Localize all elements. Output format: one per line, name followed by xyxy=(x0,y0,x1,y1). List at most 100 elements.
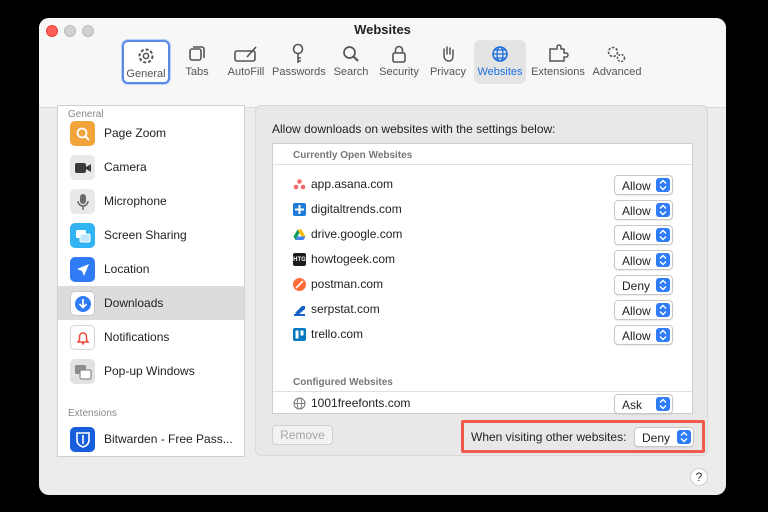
sidebar-item-microphone[interactable]: Microphone xyxy=(58,184,244,218)
sidebar-item-label: Notifications xyxy=(104,330,170,344)
serpstat-icon xyxy=(293,303,306,316)
gears-icon xyxy=(591,40,643,66)
globe-icon xyxy=(474,40,526,66)
stepper-icon xyxy=(656,397,670,411)
site-row-trello: trello.com Allow xyxy=(293,324,673,346)
bell-icon xyxy=(70,325,95,350)
sidebar-item-popup-windows[interactable]: Pop-up Windows xyxy=(58,354,244,388)
other-websites-label: When visiting other websites: xyxy=(471,430,627,444)
downloads-icon xyxy=(70,291,95,316)
toolbar-security[interactable]: Security xyxy=(377,40,421,84)
toolbar-label: AutoFill xyxy=(227,66,265,78)
open-websites-header: Currently Open Websites xyxy=(293,150,413,161)
screen-sharing-icon xyxy=(70,223,95,248)
site-name: drive.google.com xyxy=(311,227,403,241)
select-value: Deny xyxy=(622,279,651,293)
select-value: Allow xyxy=(622,254,651,268)
zoom-icon xyxy=(70,121,95,146)
tabs-icon xyxy=(177,40,217,66)
sidebar-item-label: Downloads xyxy=(104,296,164,310)
sidebar-item-bitwarden[interactable]: Bitwarden - Free Pass... xyxy=(58,422,244,456)
lock-icon xyxy=(377,40,421,66)
sidebar-item-page-zoom[interactable]: Page Zoom xyxy=(58,116,244,150)
site-permission-select[interactable]: Allow xyxy=(614,225,673,245)
panel-description: Allow downloads on websites with the set… xyxy=(272,122,556,136)
toolbar-passwords[interactable]: Passwords xyxy=(272,40,326,84)
site-permission-select[interactable]: Allow xyxy=(614,200,673,220)
site-row-postman: postman.com Deny xyxy=(293,274,673,296)
toolbar-label: General xyxy=(126,68,166,80)
stepper-icon xyxy=(656,303,670,317)
site-row-google-drive: drive.google.com Allow xyxy=(293,224,673,246)
site-permission-select[interactable]: Allow xyxy=(614,175,673,195)
other-websites-select[interactable]: Deny xyxy=(634,427,694,447)
site-permission-select[interactable]: Allow xyxy=(614,300,673,320)
microphone-icon xyxy=(70,189,95,214)
toolbar-label: Privacy xyxy=(429,66,467,78)
site-permission-select[interactable]: Allow xyxy=(614,250,673,270)
preferences-window: Websites General Tabs AutoFill Passwords… xyxy=(39,18,726,495)
toolbar-search[interactable]: Search xyxy=(331,40,371,84)
sidebar-item-location[interactable]: Location xyxy=(58,252,244,286)
site-name: digitaltrends.com xyxy=(311,202,402,216)
help-button[interactable]: ? xyxy=(690,468,708,486)
toolbar-tabs[interactable]: Tabs xyxy=(177,40,217,84)
site-name: serpstat.com xyxy=(311,302,380,316)
site-name: app.asana.com xyxy=(311,177,394,191)
configured-websites-header: Configured Websites xyxy=(293,377,393,388)
websites-list: Currently Open Websites app.asana.com Al… xyxy=(272,143,693,414)
sidebar-item-label: Microphone xyxy=(104,194,167,208)
toolbar-advanced[interactable]: Advanced xyxy=(591,40,643,84)
list-divider xyxy=(273,164,692,165)
select-value: Allow xyxy=(622,304,651,318)
toolbar-label: Security xyxy=(379,66,419,78)
site-name: howtogeek.com xyxy=(311,252,396,266)
google-drive-icon xyxy=(293,228,306,241)
howtogeek-icon: HTG xyxy=(293,253,306,266)
site-row-serpstat: serpstat.com Allow xyxy=(293,299,673,321)
asana-icon xyxy=(293,178,306,191)
toolbar-label: Passwords xyxy=(272,66,326,78)
location-icon xyxy=(70,257,95,282)
site-permission-select[interactable]: Allow xyxy=(614,325,673,345)
site-permission-select[interactable]: Deny xyxy=(614,275,673,295)
sidebar-item-downloads[interactable]: Downloads xyxy=(58,286,244,320)
sidebar-item-camera[interactable]: Camera xyxy=(58,150,244,184)
sidebar-item-label: Location xyxy=(104,262,150,276)
toolbar-label: Search xyxy=(333,66,369,78)
site-name: 1001freefonts.com xyxy=(311,396,411,410)
bitwarden-icon xyxy=(70,427,95,452)
toolbar-general[interactable]: General xyxy=(122,40,170,84)
sidebar-header-extensions: Extensions xyxy=(68,408,117,419)
sidebar-item-notifications[interactable]: Notifications xyxy=(58,320,244,354)
site-row-1001freefonts: 1001freefonts.com Ask xyxy=(293,393,673,415)
toolbar-label: Tabs xyxy=(185,66,209,78)
sidebar-item-label: Page Zoom xyxy=(104,126,167,140)
hand-icon xyxy=(427,40,469,66)
sidebar-item-screen-sharing[interactable]: Screen Sharing xyxy=(58,218,244,252)
toolbar-autofill[interactable]: AutoFill xyxy=(224,40,268,84)
globe-icon xyxy=(293,397,306,410)
site-permission-select[interactable]: Ask xyxy=(614,394,673,414)
toolbar-privacy[interactable]: Privacy xyxy=(427,40,469,84)
site-row-digitaltrends: digitaltrends.com Allow xyxy=(293,199,673,221)
select-value: Allow xyxy=(622,179,651,193)
select-value: Ask xyxy=(622,398,643,412)
list-divider xyxy=(273,391,692,392)
sidebar-item-label: Bitwarden - Free Pass... xyxy=(104,432,233,446)
stepper-icon xyxy=(656,328,670,342)
site-name: trello.com xyxy=(311,327,364,341)
toolbar-extensions[interactable]: Extensions xyxy=(531,40,585,84)
remove-button[interactable]: Remove xyxy=(272,425,333,445)
stepper-icon xyxy=(656,203,670,217)
settings-sidebar: General Page Zoom Camera Microphone Scre… xyxy=(57,105,245,457)
site-row-howtogeek: HTG howtogeek.com Allow xyxy=(293,249,673,271)
toolbar-label: Websites xyxy=(477,66,523,78)
stepper-icon xyxy=(656,253,670,267)
popup-windows-icon xyxy=(70,359,95,384)
postman-icon xyxy=(293,278,306,291)
stepper-icon xyxy=(677,430,691,444)
site-name: postman.com xyxy=(311,277,384,291)
select-value: Allow xyxy=(622,329,651,343)
toolbar-websites[interactable]: Websites xyxy=(474,40,526,84)
